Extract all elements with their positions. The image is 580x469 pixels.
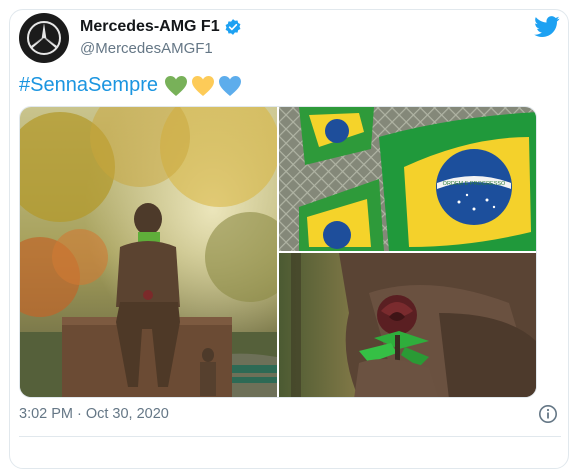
tweet-time: 3:02 PM — [19, 406, 73, 422]
tweet-timestamp[interactable]: 3:02 PM · Oct 30, 2020 — [19, 406, 169, 422]
twitter-bird-icon[interactable] — [534, 16, 560, 43]
timestamp-separator: · — [77, 406, 82, 422]
photo-senna-statue[interactable] — [20, 107, 277, 397]
photo-grid: ORDEM E PROGRESSO — [19, 106, 537, 398]
yellow-heart-icon — [191, 75, 214, 96]
photo-rose-closeup[interactable] — [279, 253, 536, 397]
flag-motto: ORDEM E PROGRESSO — [443, 181, 506, 187]
divider — [19, 436, 561, 437]
blue-heart-icon — [218, 75, 241, 96]
tweet-date: Oct 30, 2020 — [85, 406, 169, 422]
hashtag-link[interactable]: #SennaSempre — [19, 74, 158, 97]
tweet-text: #SennaSempre — [19, 74, 242, 97]
display-name[interactable]: Mercedes-AMG F1 — [80, 18, 220, 36]
name-row: Mercedes-AMG F1 — [80, 18, 242, 36]
mercedes-logo-icon — [27, 21, 61, 55]
handle[interactable]: @MercedesAMGF1 — [80, 40, 213, 57]
avatar[interactable] — [19, 13, 69, 63]
photo-brazil-flags[interactable]: ORDEM E PROGRESSO — [279, 107, 536, 251]
green-heart-icon — [164, 75, 187, 96]
verified-badge-icon — [225, 19, 241, 35]
info-icon[interactable] — [538, 404, 558, 429]
emoji-hearts — [164, 75, 242, 97]
